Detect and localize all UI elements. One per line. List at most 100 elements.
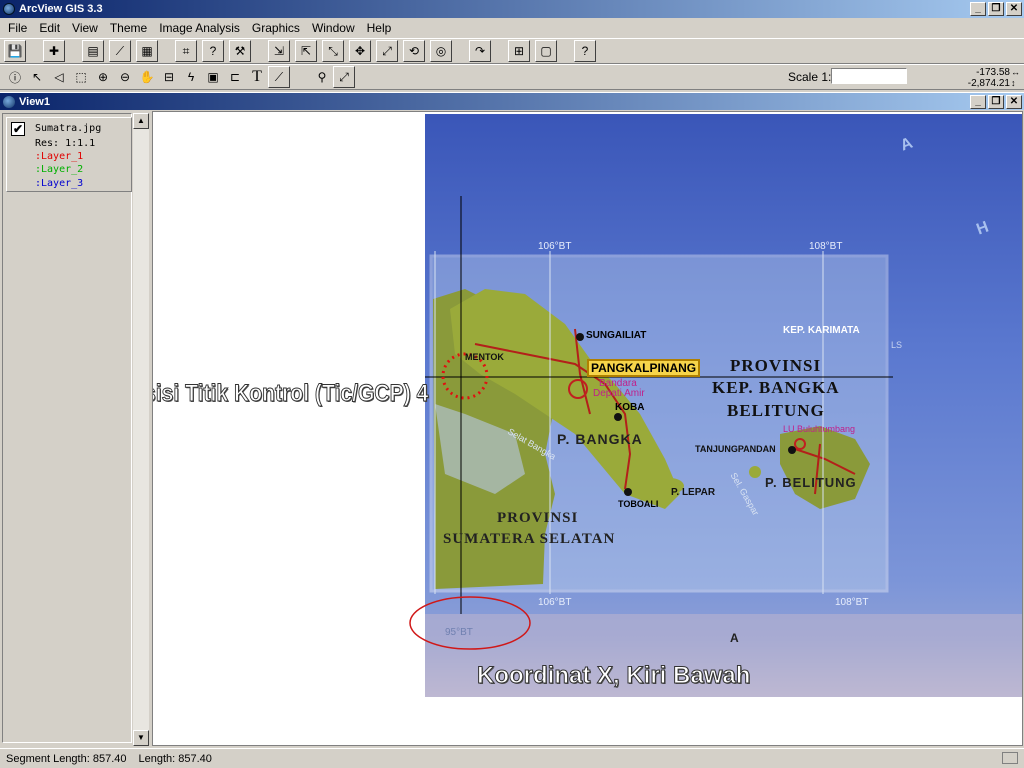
add-theme-icon[interactable]: ✚ bbox=[43, 40, 65, 62]
map-label-108bt-bottom: 108°BT bbox=[835, 597, 869, 608]
map-label-sumatera-selatan: SUMATERA SELATAN bbox=[443, 531, 616, 547]
restore-button[interactable]: ❐ bbox=[988, 2, 1004, 16]
map-label-p-belitung: P. BELITUNG bbox=[765, 475, 857, 490]
view-icon bbox=[3, 95, 15, 108]
map-label-a-bottom: A bbox=[730, 631, 739, 645]
map-label-koba: KOBA bbox=[615, 402, 645, 413]
scale-input[interactable] bbox=[831, 68, 907, 84]
close-button[interactable]: ✕ bbox=[1006, 2, 1022, 16]
map-label-ls: LS bbox=[891, 340, 903, 350]
map-label-sungailiat: SUNGAILIAT bbox=[586, 330, 647, 341]
view-close-button[interactable]: ✕ bbox=[1006, 95, 1022, 109]
coord-y: -2,874.21 bbox=[967, 78, 1010, 89]
help-icon[interactable]: ? bbox=[574, 40, 596, 62]
resize-grip-icon[interactable] bbox=[1002, 752, 1018, 764]
map-canvas[interactable]: 106°BT 108°BT 106°BT 108°BT 95°BT SUNGAI… bbox=[152, 111, 1023, 746]
toc-scrollbar[interactable]: ▲ ▼ bbox=[133, 113, 149, 746]
gcp-annotation: Posisi Titik Kontrol (Tic/GCP) 4 bbox=[153, 380, 429, 408]
map-label-pangkalpinang: PANGKALPINANG bbox=[587, 359, 701, 377]
map-label-mentok: MENTOK bbox=[465, 352, 504, 362]
pan-icon[interactable]: ✋ bbox=[136, 66, 158, 88]
menu-help[interactable]: Help bbox=[361, 21, 398, 35]
scale-label: Scale 1: bbox=[788, 70, 832, 84]
clear-selection-icon[interactable]: ↷ bbox=[469, 40, 491, 62]
map-label-provinsi: PROVINSI bbox=[730, 356, 822, 375]
menu-bar: File Edit View Theme Image Analysis Grap… bbox=[0, 18, 1024, 38]
globe-icon bbox=[3, 3, 15, 15]
scroll-up-arrow-icon[interactable]: ▲ bbox=[133, 113, 149, 129]
zoom-out-fixed-icon[interactable]: ⤢ bbox=[376, 40, 398, 62]
save-icon[interactable]: 💾 bbox=[4, 40, 26, 62]
menu-image-analysis[interactable]: Image Analysis bbox=[153, 21, 246, 35]
select-features-icon[interactable]: ⊞ bbox=[508, 40, 530, 62]
map-label-kep-bangka: KEP. BANGKA bbox=[712, 378, 840, 397]
text-tool-icon[interactable]: T bbox=[246, 66, 268, 88]
zoom-out-icon[interactable]: ⊖ bbox=[114, 66, 136, 88]
total-length: Length: 857.40 bbox=[138, 752, 212, 765]
coord-x: -173.58 bbox=[976, 67, 1010, 78]
layer-3-label: :Layer_3 bbox=[35, 178, 84, 189]
theme-name: Sumatra.jpg bbox=[35, 123, 102, 134]
theme-visibility-checkbox[interactable]: ✔ bbox=[11, 122, 25, 136]
zoom-to-selected-icon[interactable]: ⤡ bbox=[322, 40, 344, 62]
menu-file[interactable]: File bbox=[2, 21, 33, 35]
button-bar: 💾 ✚ ▤ ⟋ ▦ ⌗ ? ⚒ ⇲ ⇱ ⤡ ✥ ⤢ ⟲ ◎ ↷ ⊞ ▢ ? bbox=[0, 38, 1024, 64]
hotlink-tool-icon[interactable]: ϟ bbox=[180, 66, 202, 88]
menu-window[interactable]: Window bbox=[306, 21, 361, 35]
app-titlebar: ArcView GIS 3.3 _ ❐ ✕ bbox=[0, 0, 1024, 18]
map-label-108bt-top: 108°BT bbox=[809, 241, 843, 252]
tool-bar: ⓘ ↖ ◁ ⬚ ⊕ ⊖ ✋ ⊟ ϟ ▣ ⊏ T ⟋ ⚲ ⤢ Scale 1: -… bbox=[0, 64, 1024, 90]
view-restore-button[interactable]: ❐ bbox=[988, 95, 1004, 109]
layer-2-label: :Layer_2 bbox=[35, 164, 84, 175]
theme-res: Res: 1:1.1 bbox=[35, 138, 96, 149]
zoom-in-icon[interactable]: ⊕ bbox=[92, 66, 114, 88]
identify-icon[interactable]: ⓘ bbox=[4, 66, 26, 88]
vertex-snap-icon[interactable]: ⤢ bbox=[333, 66, 355, 88]
zoom-previous-icon[interactable]: ⟲ bbox=[403, 40, 425, 62]
menu-theme[interactable]: Theme bbox=[104, 21, 153, 35]
map-label-toboali: TOBOALI bbox=[618, 499, 659, 509]
zoom-in-fixed-icon[interactable]: ✥ bbox=[349, 40, 371, 62]
map-label-tanjungpandan: TANJUNGPANDAN bbox=[695, 444, 776, 454]
view-titlebar: View1 _ ❐ ✕ bbox=[0, 92, 1024, 110]
select-by-theme-icon[interactable]: ◎ bbox=[430, 40, 452, 62]
map-label-lu-buluh: LU Buluhtumbang bbox=[783, 424, 856, 434]
measure-icon[interactable]: ⊟ bbox=[158, 66, 180, 88]
locate-address-icon[interactable]: ? bbox=[202, 40, 224, 62]
map-label-106bt-top: 106°BT bbox=[538, 241, 572, 252]
theme-properties-icon[interactable]: ▤ bbox=[82, 40, 104, 62]
label-icon[interactable]: ⊏ bbox=[224, 66, 246, 88]
app-title: ArcView GIS 3.3 bbox=[19, 3, 103, 15]
table-of-contents: ✔ Sumatra.jpg Res: 1:1.1 :Layer_1 :Layer… bbox=[2, 113, 132, 743]
area-of-interest-icon[interactable]: ▣ bbox=[202, 66, 224, 88]
segment-length: Segment Length: 857.40 bbox=[6, 752, 127, 765]
menu-view[interactable]: View bbox=[66, 21, 104, 35]
vertex-edit-icon[interactable]: ◁ bbox=[48, 66, 70, 88]
map-label-p-lepar: P. LEPAR bbox=[671, 487, 716, 498]
draw-line-icon[interactable]: ⟋ bbox=[268, 66, 290, 88]
map-label-p-bangka: P. BANGKA bbox=[557, 431, 643, 447]
query-builder-icon[interactable]: ⌗ bbox=[175, 40, 197, 62]
pointer-icon[interactable]: ↖ bbox=[26, 66, 48, 88]
menu-edit[interactable]: Edit bbox=[33, 21, 66, 35]
theme-entry[interactable]: ✔ Sumatra.jpg Res: 1:1.1 :Layer_1 :Layer… bbox=[6, 117, 132, 192]
coord-arrows-icon: ↔ ↕ bbox=[1011, 67, 1020, 88]
map-label-belitung: BELITUNG bbox=[727, 401, 825, 420]
zoom-to-full-extent-icon[interactable]: ⇲ bbox=[268, 40, 290, 62]
zoom-to-active-themes-icon[interactable]: ⇱ bbox=[295, 40, 317, 62]
scroll-down-arrow-icon[interactable]: ▼ bbox=[133, 730, 149, 746]
minimize-button[interactable]: _ bbox=[970, 2, 986, 16]
map-label-106bt-bottom: 106°BT bbox=[538, 597, 572, 608]
view-minimize-button[interactable]: _ bbox=[970, 95, 986, 109]
edit-legend-icon[interactable]: ⟋ bbox=[109, 40, 131, 62]
layer-1-label: :Layer_1 bbox=[35, 151, 84, 162]
corner-annotation: Koordinat X, Kiri Bawah bbox=[476, 662, 751, 690]
clear-selected-features-icon[interactable]: ▢ bbox=[535, 40, 557, 62]
menu-graphics[interactable]: Graphics bbox=[246, 21, 306, 35]
status-bar: Segment Length: 857.40 Length: 857.40 bbox=[0, 748, 1024, 768]
open-table-icon[interactable]: ▦ bbox=[136, 40, 158, 62]
select-feature-icon[interactable]: ⬚ bbox=[70, 66, 92, 88]
hot-link-icon[interactable]: ⚒ bbox=[229, 40, 251, 62]
view-title: View1 bbox=[19, 95, 50, 108]
snap-icon[interactable]: ⚲ bbox=[311, 66, 333, 88]
